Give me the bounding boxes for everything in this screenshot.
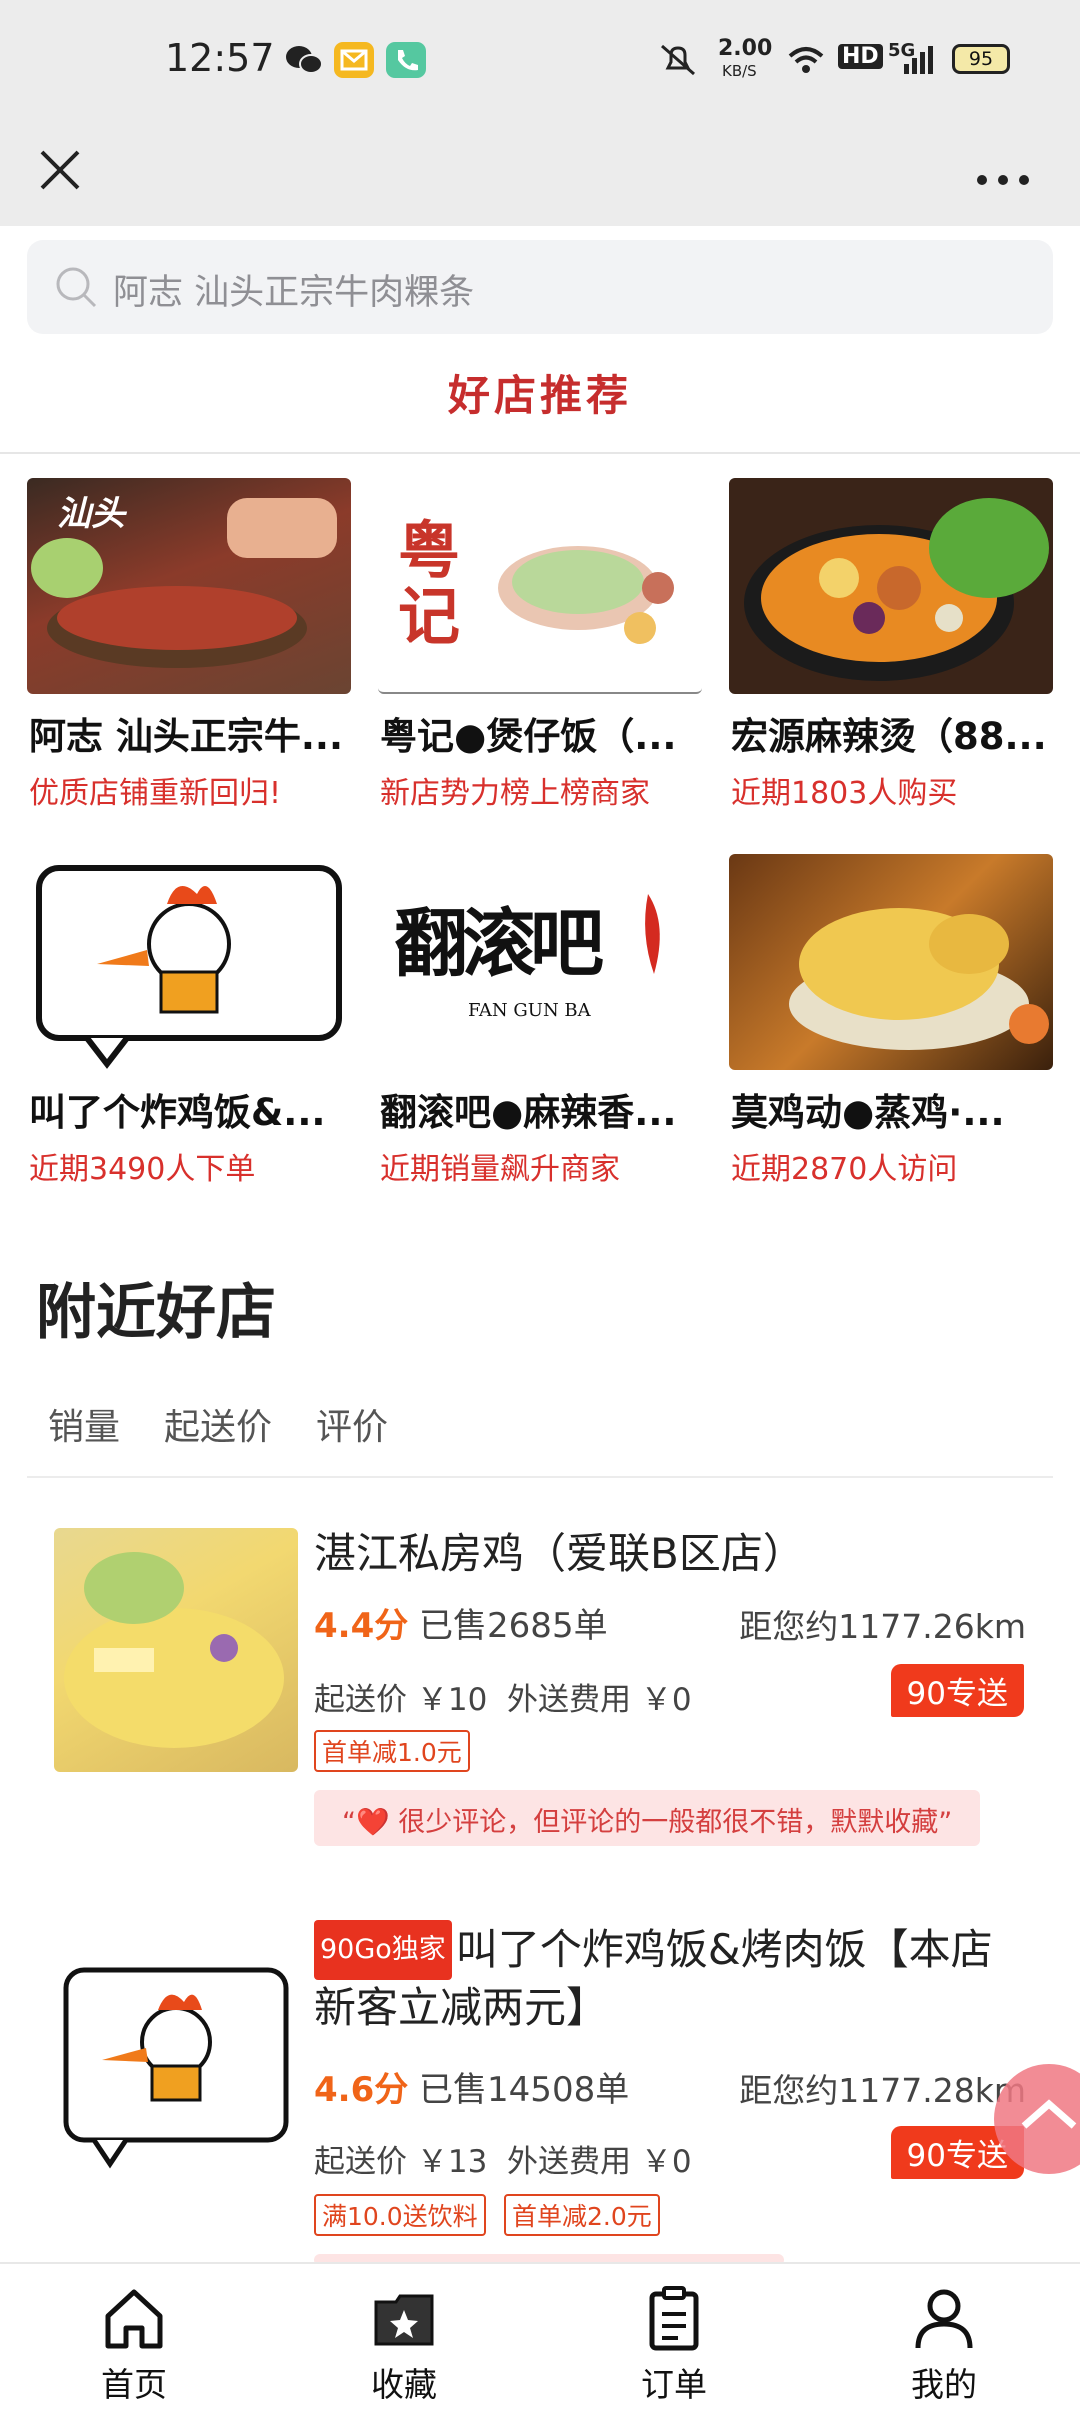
nav-label: 首页: [101, 2365, 167, 2404]
shop-sold: 已售14508单: [419, 2070, 630, 2110]
hd-badge: HD: [838, 44, 883, 69]
shop-min-order: 起送价 ￥13: [314, 2144, 488, 2180]
nav-label: 收藏: [371, 2365, 437, 2404]
shop-name: 湛江私房鸡（爱联B区店）: [314, 1526, 1014, 1582]
scroll-to-top-button[interactable]: [994, 2064, 1080, 2174]
shop-score: 4.4分: [314, 1606, 409, 1646]
store-image: 汕头: [27, 478, 351, 694]
search-placeholder: 阿志 汕头正宗牛肉粿条: [113, 273, 475, 313]
sort-tabs: 销量 起送价 评价: [48, 1398, 388, 1450]
recommended-store-card[interactable]: 叫了个炸鸡饭&... 近期3490人下单: [27, 854, 357, 1214]
profile-icon: [915, 2289, 973, 2349]
status-bar: 12:57 2.00 KB/S HD 5G 95: [0, 0, 1080, 120]
store-tag: 近期销量飙升商家: [380, 1152, 620, 1187]
store-image: 粤记: [378, 478, 702, 694]
favorites-icon: [374, 2294, 434, 2346]
sort-tab-sales[interactable]: 销量: [48, 1398, 120, 1450]
more-options-button[interactable]: [968, 140, 1038, 200]
close-icon: [40, 150, 80, 190]
store-name: 莫鸡动●蒸鸡·...: [731, 1091, 1005, 1134]
store-image: [729, 478, 1053, 694]
promo-tag: 首单减2.0元: [504, 2194, 660, 2236]
nearby-section-title: 附近好店: [36, 1278, 276, 1348]
divider: [27, 1476, 1053, 1478]
chevron-up-icon: [1021, 2099, 1077, 2129]
battery-indicator: 95: [952, 44, 1010, 74]
promo-tag: 首单减1.0元: [314, 1730, 470, 1772]
store-name: 宏源麻辣烫（88...: [731, 715, 1047, 758]
mail-icon: [334, 42, 374, 78]
store-image: [729, 854, 1053, 1070]
status-time: 12:57: [165, 36, 275, 80]
store-tag: 近期3490人下单: [29, 1152, 256, 1187]
store-image: 翻滚吧 FAN GUN BA: [378, 854, 702, 1070]
store-tag: 优质店铺重新回归!: [29, 776, 282, 811]
store-name: 翻滚吧●麻辣香...: [380, 1091, 677, 1134]
shop-sold: 已售2685单: [419, 1606, 608, 1646]
shop-distance: 距您约1177.28km: [739, 2071, 1026, 2110]
recommended-section-title: 好店推荐: [447, 371, 632, 420]
nav-label: 我的: [911, 2365, 977, 2404]
store-image-text: 粤记: [398, 514, 461, 653]
search-bar[interactable]: 阿志 汕头正宗牛肉粿条: [27, 240, 1053, 334]
shop-score: 4.6分: [314, 2070, 409, 2110]
store-name: 粤记●煲仔饭（...: [380, 715, 677, 758]
store-name: 阿志 汕头正宗牛...: [29, 715, 344, 758]
recommended-store-card[interactable]: 翻滚吧 FAN GUN BA 翻滚吧●麻辣香... 近期销量飙升商家: [378, 854, 708, 1214]
shop-name: 90Go独家 叫了个炸鸡饭&烤肉饭【本店新客立减两元】: [314, 1920, 1014, 2036]
shop-distance: 距您约1177.26km: [739, 1607, 1026, 1646]
close-button[interactable]: [28, 138, 92, 202]
shop-rating: 4.4分 已售2685单: [314, 1598, 608, 1647]
store-image-text: 汕头: [57, 494, 125, 534]
store-tag: 近期2870人访问: [731, 1152, 958, 1187]
recommended-store-card[interactable]: 宏源麻辣烫（88... 近期1803人购买: [729, 478, 1059, 838]
shop-rating: 4.6分 已售14508单: [314, 2062, 629, 2111]
net-unit: KB/S: [722, 62, 757, 80]
exclusive-badge: 90Go独家: [314, 1920, 452, 1980]
sort-tab-min-order[interactable]: 起送价: [164, 1398, 272, 1450]
nav-item-orders[interactable]: 订单: [574, 2264, 774, 2412]
shop-delivery-fee: 外送费用 ￥0: [507, 2144, 692, 2180]
orders-icon: [649, 2286, 699, 2351]
sort-tab-rating[interactable]: 评价: [316, 1398, 388, 1450]
wechat-icon: [284, 42, 324, 78]
store-tag: 新店势力榜上榜商家: [380, 776, 650, 811]
shop-delivery-fee: 外送费用 ￥0: [507, 1682, 692, 1718]
shop-image: [54, 1528, 298, 1772]
bottom-navigation: 首页 收藏 订单 我的: [0, 2262, 1080, 2412]
recommended-store-card[interactable]: 莫鸡动●蒸鸡·... 近期2870人访问: [729, 854, 1059, 1214]
store-name: 叫了个炸鸡饭&...: [29, 1091, 326, 1134]
phone-icon: [386, 42, 426, 78]
wifi-icon: [786, 42, 826, 78]
net-speed: 2.00: [718, 36, 773, 61]
divider: [0, 452, 1080, 454]
top-app-bar: [0, 120, 1080, 226]
nav-item-favorites[interactable]: 收藏: [304, 2264, 504, 2412]
promo-tag: 满10.0送饮料: [314, 2194, 486, 2236]
nav-item-profile[interactable]: 我的: [844, 2264, 1044, 2412]
delivery-badge: 90专送: [890, 1664, 1024, 1717]
store-image: [27, 854, 351, 1070]
recommended-store-card[interactable]: 汕头 阿志 汕头正宗牛... 优质店铺重新回归!: [27, 478, 357, 838]
search-icon: [56, 267, 97, 308]
more-dots-icon: [977, 175, 1029, 185]
nav-label: 订单: [641, 2365, 707, 2404]
recommended-store-card[interactable]: 粤记 粤记●煲仔饭（... 新店势力榜上榜商家: [378, 478, 708, 838]
store-tag: 近期1803人购买: [731, 776, 958, 811]
shop-min-order: 起送价 ￥10: [314, 1682, 488, 1718]
home-icon: [105, 2289, 163, 2349]
nav-item-home[interactable]: 首页: [34, 2264, 234, 2412]
shop-fees: 起送价 ￥10 外送费用 ￥0: [314, 1674, 692, 1719]
signal-icon: [900, 46, 936, 82]
shop-image: [54, 1946, 298, 2190]
shop-name-text: 湛江私房鸡（爱联B区店）: [314, 1529, 805, 1578]
shop-fees: 起送价 ￥13 外送费用 ￥0: [314, 2136, 692, 2181]
mute-icon: [656, 42, 696, 78]
review-snippet: “❤️ 很少评论，但评论的一般都很不错，默默收藏”: [314, 1790, 981, 1846]
